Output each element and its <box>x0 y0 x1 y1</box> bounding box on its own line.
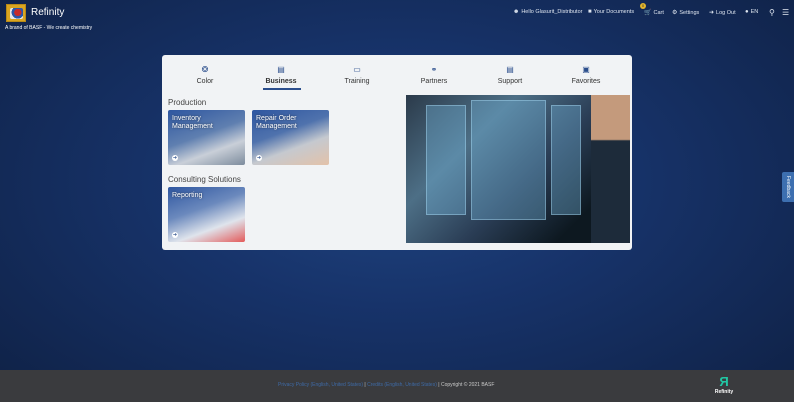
monitor-icon: ▭ <box>353 65 361 74</box>
tile-label: Reporting <box>172 192 203 199</box>
footer-links: Privacy Policy (English, United States) … <box>278 382 495 388</box>
user-label: Hello Glasurit_Distributor <box>521 9 583 15</box>
main-panel: ❂ Color ▤ Business ▭ Training ⚭ Partners ▤ Su… <box>162 55 632 250</box>
tab-color[interactable]: ❂ Color <box>175 65 235 85</box>
cart-label: Cart <box>653 9 664 16</box>
arrow-right-icon: ➜ <box>172 155 178 161</box>
star-icon: ▣ <box>582 65 590 74</box>
language-label: EN <box>750 9 759 15</box>
tile-label: Repair Order Management <box>256 115 297 131</box>
tile-inventory-management[interactable]: Inventory Management ➜ <box>168 110 245 165</box>
active-tab-underline <box>263 88 301 90</box>
tagline: A brand of BASF - We create chemistry <box>5 25 93 31</box>
arrow-right-icon: ➜ <box>172 232 178 238</box>
settings-label: Settings <box>679 9 700 16</box>
header: Refinity A brand of BASF - We create che… <box>0 0 794 36</box>
folder-icon: ■ <box>588 9 592 15</box>
hero-image <box>406 95 630 243</box>
tile-label: Inventory Management <box>172 115 213 131</box>
logout-link[interactable]: ➜ Log Out <box>709 9 736 17</box>
gear-icon: ⚙ <box>672 10 678 16</box>
handshake-icon: ⚭ <box>430 65 438 74</box>
tile-repair-order-management[interactable]: Repair Order Management ➜ <box>252 110 329 165</box>
language-selector[interactable]: ● EN <box>745 9 758 15</box>
basf-logo[interactable] <box>6 4 26 22</box>
tab-support[interactable]: ▤ Support <box>480 65 540 85</box>
copyright: Copyright © 2021 BASF <box>440 382 495 388</box>
cart-icon: 🛒 <box>644 10 652 16</box>
tab-label: Favorites <box>571 78 601 85</box>
tab-label: Support <box>497 78 523 85</box>
tab-label: Color <box>196 78 214 85</box>
user-link[interactable]: ☻ Hello Glasurit_Distributor <box>513 9 582 15</box>
settings-link[interactable]: ⚙ Settings <box>672 9 700 17</box>
brand-name: Refinity <box>31 7 65 18</box>
tile-reporting[interactable]: Reporting ➜ <box>168 187 245 242</box>
chat-icon: ▤ <box>506 65 514 74</box>
arrow-right-icon: ➜ <box>256 155 262 161</box>
feedback-tab[interactable]: Feedback <box>782 172 794 202</box>
tab-business[interactable]: ▤ Business <box>251 65 311 85</box>
user-icon: ☻ <box>513 9 520 15</box>
logout-icon: ➜ <box>709 10 715 16</box>
refinity-footer-logo[interactable]: Я Refinity <box>712 374 736 395</box>
logout-label: Log Out <box>716 9 736 16</box>
tab-training[interactable]: ▭ Training <box>327 65 387 85</box>
footer: Privacy Policy (English, United States) … <box>0 370 794 402</box>
credits-link[interactable]: Credits (English, United States) <box>367 382 437 388</box>
tab-label: Business <box>265 78 297 85</box>
footer-logo-text: Refinity <box>714 389 734 395</box>
refinity-logo-icon: Я <box>719 374 729 389</box>
globe-icon: ● <box>745 9 749 15</box>
tab-label: Partners <box>420 78 448 85</box>
tab-label: Training <box>344 78 370 85</box>
chart-icon: ▤ <box>277 65 285 74</box>
documents-label: Your Documents <box>593 9 635 15</box>
color-circles-icon: ❂ <box>201 65 209 74</box>
tab-favorites[interactable]: ▣ Favorites <box>556 65 616 85</box>
section-title-production: Production <box>168 98 207 107</box>
menu-icon[interactable]: ☰ <box>782 8 789 17</box>
tab-partners[interactable]: ⚭ Partners <box>404 65 464 85</box>
section-title-consulting: Consulting Solutions <box>168 175 241 184</box>
documents-link[interactable]: ■ Your Documents <box>588 9 634 15</box>
privacy-policy-link[interactable]: Privacy Policy (English, United States) <box>278 382 363 388</box>
cart-link[interactable]: 🛒 Cart <box>644 9 664 17</box>
search-icon[interactable]: ⚲ <box>769 8 775 17</box>
